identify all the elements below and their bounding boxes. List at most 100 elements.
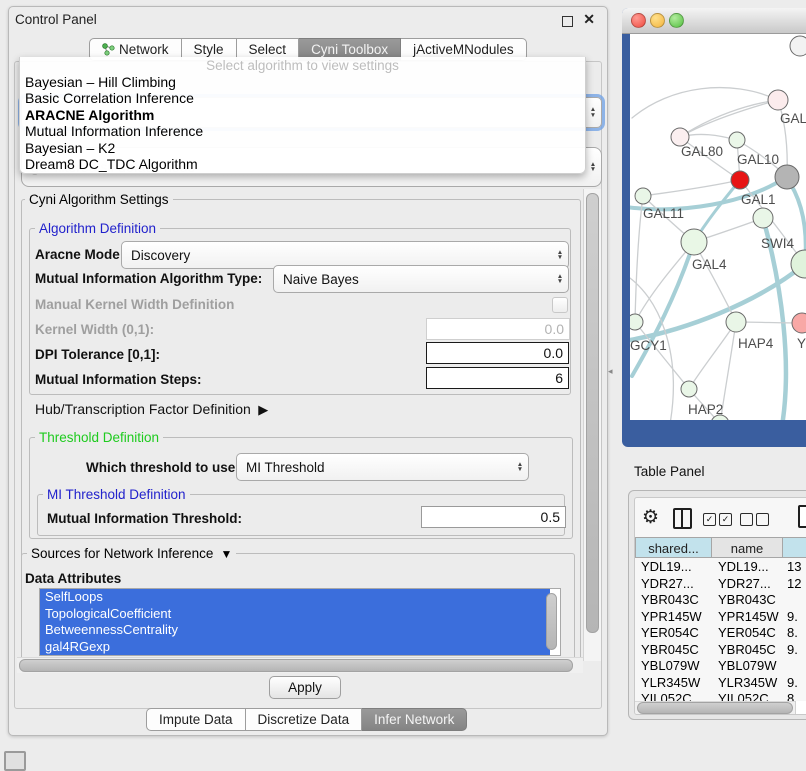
divider-collapse-handle[interactable]: ◂: [608, 366, 613, 377]
minimize-traffic-light[interactable]: [650, 13, 665, 28]
deselect-all-checkbox-icon[interactable]: [740, 513, 753, 526]
hub-definition-toggle[interactable]: Hub/Transcription Factor Definition ▶: [35, 401, 268, 418]
which-threshold-label: Which threshold to use:: [86, 460, 240, 475]
table-row[interactable]: YBR045CYBR045C9.: [635, 642, 806, 659]
algorithm-definition-title: Algorithm Definition: [35, 221, 160, 236]
column-header-shared-name[interactable]: shared...: [635, 537, 712, 558]
settings-hscrollbar-thumb[interactable]: [19, 659, 573, 672]
network-node-label: GAL80: [681, 144, 723, 159]
network-edge: [689, 322, 736, 389]
algorithm-option[interactable]: Basic Correlation Inference: [20, 90, 585, 106]
table-hscrollbar-thumb[interactable]: [637, 702, 793, 714]
close-traffic-light[interactable]: [631, 13, 646, 28]
dpi-tolerance-field[interactable]: 0.0: [426, 342, 569, 364]
network-node[interactable]: [731, 171, 749, 189]
network-canvas[interactable]: GALGAL80GAL10GAL1SWI4GAL11GAL4GCY1HAP4YH…: [630, 34, 806, 420]
network-node-label: GAL11: [643, 206, 684, 221]
attribute-item[interactable]: BetweennessCentrality: [40, 622, 550, 639]
attribute-item[interactable]: SelfLoops: [40, 589, 550, 606]
mi-steps-field[interactable]: 6: [426, 367, 569, 389]
algorithm-dropdown-popup: Select algorithm to view settings Bayesi…: [19, 57, 586, 174]
algorithm-option[interactable]: Bayesian – Hill Climbing: [20, 74, 585, 90]
collapse-down-icon[interactable]: ▼: [217, 547, 232, 561]
tab-infer-network[interactable]: Infer Network: [362, 708, 467, 731]
bottom-tab-bar: Impute Data Discretize Data Infer Networ…: [146, 708, 467, 731]
combo-arrows-icon: ▲▼: [512, 462, 528, 473]
attribute-item[interactable]: gal4RGexp: [40, 639, 550, 656]
split-columns-icon[interactable]: [673, 508, 692, 529]
table-body: YDL19...YDL19...13 YDR27...YDR27...12 YB…: [635, 559, 806, 708]
network-node-label: Y: [797, 336, 806, 351]
network-node[interactable]: [753, 208, 773, 228]
network-node[interactable]: [681, 381, 697, 397]
deselect-all-checkbox-icon[interactable]: [756, 513, 769, 526]
table-row[interactable]: YPR145WYPR145W9.: [635, 609, 806, 626]
dpi-tolerance-label: DPI Tolerance [0,1]:: [35, 347, 160, 362]
algorithm-option-selected[interactable]: ARACNE Algorithm: [20, 107, 585, 123]
table-row[interactable]: YDR27...YDR27...12: [635, 576, 806, 593]
table-header: shared...name: [635, 537, 806, 558]
mi-threshold-label: Mutual Information Threshold:: [47, 511, 242, 526]
mi-type-combo[interactable]: Naive Bayes ▲▼: [273, 265, 569, 293]
network-edge: [680, 100, 778, 137]
expand-right-icon[interactable]: ▶: [255, 402, 269, 417]
scrollbar-corner: [795, 701, 806, 714]
network-node-label: GAL1: [741, 192, 776, 207]
network-node[interactable]: [681, 229, 707, 255]
apply-button[interactable]: Apply: [269, 676, 341, 699]
mi-threshold-group-title: MI Threshold Definition: [43, 487, 190, 502]
table-row[interactable]: YBL079WYBL079W: [635, 658, 806, 675]
combo-arrows-icon: ▲▼: [585, 162, 601, 173]
network-node-label: SWI4: [761, 236, 794, 251]
manual-kernel-label: Manual Kernel Width Definition: [35, 297, 234, 312]
network-node-label: GAL10: [737, 152, 779, 167]
kernel-width-field[interactable]: 0.0: [426, 318, 570, 340]
network-edge: [680, 100, 778, 137]
column-header-3[interactable]: [783, 537, 806, 558]
algorithm-option[interactable]: Dream8 DC_TDC Algorithm: [20, 156, 585, 172]
list-scrollbar-thumb[interactable]: [546, 593, 557, 650]
combo-arrows-icon: ▲▼: [552, 250, 568, 261]
zoom-traffic-light[interactable]: [669, 13, 684, 28]
network-node[interactable]: [790, 36, 806, 56]
sources-group-title: Sources for Network Inference ▼: [27, 546, 236, 561]
tab-discretize-data[interactable]: Discretize Data: [246, 708, 363, 731]
table-panel-inner: ⚙ ✓ ✓ shared...name YDL19...YDL19...13 Y…: [634, 497, 806, 715]
popup-prompt: Select algorithm to view settings: [20, 57, 585, 74]
algorithm-option[interactable]: Bayesian – K2: [20, 140, 585, 156]
manual-kernel-checkbox[interactable]: [552, 297, 568, 313]
which-threshold-combo[interactable]: MI Threshold ▲▼: [236, 453, 529, 481]
table-row[interactable]: YER054CYER054C8.: [635, 625, 806, 642]
close-panel-icon[interactable]: ✕: [583, 11, 595, 28]
network-svg: GALGAL80GAL10GAL1SWI4GAL11GAL4GCY1HAP4YH…: [630, 34, 806, 420]
select-all-checkbox-icon[interactable]: ✓: [703, 513, 716, 526]
network-node[interactable]: [635, 188, 651, 204]
attribute-item[interactable]: TopologicalCoefficient: [40, 606, 550, 623]
network-window-titlebar[interactable]: [622, 8, 806, 34]
network-node[interactable]: [726, 312, 746, 332]
network-node[interactable]: [630, 314, 643, 330]
table-row[interactable]: YDL19...YDL19...13: [635, 559, 806, 576]
network-node-label: GAL4: [692, 257, 727, 272]
minimized-panel-icon[interactable]: [4, 751, 26, 771]
column-header-name[interactable]: name: [712, 537, 783, 558]
gear-icon[interactable]: ⚙: [642, 506, 659, 529]
new-table-icon[interactable]: [798, 505, 806, 528]
table-row[interactable]: YBR043CYBR043C: [635, 592, 806, 609]
float-window-icon[interactable]: [562, 16, 573, 27]
select-all-checkbox-icon[interactable]: ✓: [719, 513, 732, 526]
network-node[interactable]: [775, 165, 799, 189]
mi-threshold-field[interactable]: 0.5: [421, 506, 566, 528]
tab-impute-data[interactable]: Impute Data: [146, 708, 246, 731]
network-edge: [635, 196, 643, 322]
network-node[interactable]: [792, 313, 806, 333]
mi-type-label: Mutual Information Algorithm Type:: [35, 271, 262, 286]
table-row[interactable]: YLR345WYLR345W9.: [635, 675, 806, 692]
cyni-settings-group-title: Cyni Algorithm Settings: [25, 192, 173, 207]
combo-arrows-icon: ▲▼: [585, 107, 601, 118]
network-node[interactable]: [768, 90, 788, 110]
algorithm-option[interactable]: Mutual Information Inference: [20, 123, 585, 139]
network-node[interactable]: [729, 132, 745, 148]
kernel-width-label: Kernel Width (0,1):: [35, 322, 154, 337]
settings-vscrollbar-thumb[interactable]: [586, 193, 599, 633]
